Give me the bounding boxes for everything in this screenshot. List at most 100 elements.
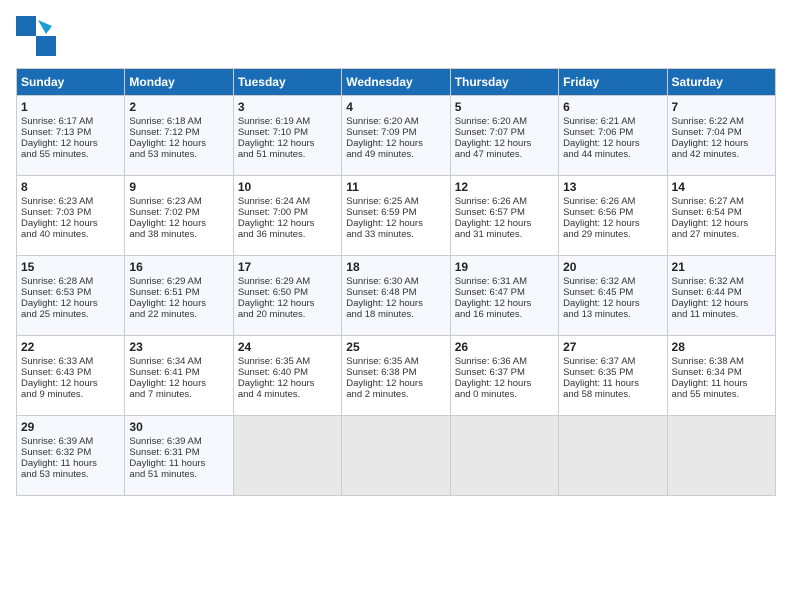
day-info-line: Sunset: 7:09 PM <box>346 127 445 138</box>
calendar-cell: 16Sunrise: 6:29 AMSunset: 6:51 PMDayligh… <box>125 256 233 336</box>
day-number: 12 <box>455 180 554 194</box>
day-info-line: Sunrise: 6:33 AM <box>21 356 120 367</box>
day-number: 9 <box>129 180 228 194</box>
day-info-line: and 7 minutes. <box>129 389 228 400</box>
day-info-line: and 31 minutes. <box>455 229 554 240</box>
calendar-cell: 3Sunrise: 6:19 AMSunset: 7:10 PMDaylight… <box>233 96 341 176</box>
day-info-line: Sunset: 7:13 PM <box>21 127 120 138</box>
day-info-line: and 44 minutes. <box>563 149 662 160</box>
day-number: 24 <box>238 340 337 354</box>
day-number: 1 <box>21 100 120 114</box>
day-number: 20 <box>563 260 662 274</box>
day-info-line: and 51 minutes. <box>129 469 228 480</box>
day-info-line: Sunrise: 6:25 AM <box>346 196 445 207</box>
calendar-cell: 11Sunrise: 6:25 AMSunset: 6:59 PMDayligh… <box>342 176 450 256</box>
calendar-cell: 23Sunrise: 6:34 AMSunset: 6:41 PMDayligh… <box>125 336 233 416</box>
day-number: 19 <box>455 260 554 274</box>
day-info-line: Daylight: 12 hours <box>21 298 120 309</box>
day-info-line: Daylight: 12 hours <box>672 138 771 149</box>
day-info-line: Daylight: 12 hours <box>21 138 120 149</box>
day-info-line: Sunset: 6:43 PM <box>21 367 120 378</box>
day-number: 6 <box>563 100 662 114</box>
calendar-week-row: 22Sunrise: 6:33 AMSunset: 6:43 PMDayligh… <box>17 336 776 416</box>
day-info-line: Sunset: 6:48 PM <box>346 287 445 298</box>
day-number: 2 <box>129 100 228 114</box>
col-header-wednesday: Wednesday <box>342 69 450 96</box>
day-info-line: and 16 minutes. <box>455 309 554 320</box>
day-number: 27 <box>563 340 662 354</box>
calendar-cell: 21Sunrise: 6:32 AMSunset: 6:44 PMDayligh… <box>667 256 775 336</box>
day-info-line: and 27 minutes. <box>672 229 771 240</box>
calendar-week-row: 1Sunrise: 6:17 AMSunset: 7:13 PMDaylight… <box>17 96 776 176</box>
day-info-line: Sunrise: 6:21 AM <box>563 116 662 127</box>
day-info-line: Daylight: 11 hours <box>129 458 228 469</box>
day-info-line: Sunset: 6:47 PM <box>455 287 554 298</box>
day-info-line: and 42 minutes. <box>672 149 771 160</box>
day-number: 28 <box>672 340 771 354</box>
day-info-line: Daylight: 12 hours <box>346 138 445 149</box>
day-info-line: and 58 minutes. <box>563 389 662 400</box>
day-info-line: and 53 minutes. <box>129 149 228 160</box>
calendar-table: SundayMondayTuesdayWednesdayThursdayFrid… <box>16 68 776 496</box>
day-number: 3 <box>238 100 337 114</box>
day-info-line: Sunrise: 6:22 AM <box>672 116 771 127</box>
col-header-tuesday: Tuesday <box>233 69 341 96</box>
day-info-line: Sunrise: 6:23 AM <box>21 196 120 207</box>
calendar-cell: 2Sunrise: 6:18 AMSunset: 7:12 PMDaylight… <box>125 96 233 176</box>
calendar-cell <box>450 416 558 496</box>
day-number: 23 <box>129 340 228 354</box>
day-info-line: Sunrise: 6:23 AM <box>129 196 228 207</box>
day-number: 5 <box>455 100 554 114</box>
calendar-cell <box>233 416 341 496</box>
day-info-line: Daylight: 12 hours <box>563 218 662 229</box>
calendar-week-row: 15Sunrise: 6:28 AMSunset: 6:53 PMDayligh… <box>17 256 776 336</box>
day-info-line: Daylight: 12 hours <box>455 218 554 229</box>
calendar-cell: 19Sunrise: 6:31 AMSunset: 6:47 PMDayligh… <box>450 256 558 336</box>
calendar-cell <box>559 416 667 496</box>
day-info-line: and 36 minutes. <box>238 229 337 240</box>
day-number: 21 <box>672 260 771 274</box>
day-info-line: and 0 minutes. <box>455 389 554 400</box>
calendar-cell: 13Sunrise: 6:26 AMSunset: 6:56 PMDayligh… <box>559 176 667 256</box>
day-info-line: Sunrise: 6:20 AM <box>455 116 554 127</box>
day-info-line: Sunset: 7:00 PM <box>238 207 337 218</box>
day-info-line: Sunrise: 6:27 AM <box>672 196 771 207</box>
calendar-cell <box>342 416 450 496</box>
day-info-line: Sunrise: 6:19 AM <box>238 116 337 127</box>
day-info-line: Sunrise: 6:29 AM <box>129 276 228 287</box>
day-info-line: and 55 minutes. <box>672 389 771 400</box>
day-info-line: Daylight: 12 hours <box>455 378 554 389</box>
calendar-cell: 17Sunrise: 6:29 AMSunset: 6:50 PMDayligh… <box>233 256 341 336</box>
day-info-line: Daylight: 12 hours <box>238 298 337 309</box>
day-info-line: Sunrise: 6:39 AM <box>21 436 120 447</box>
day-info-line: Sunset: 7:06 PM <box>563 127 662 138</box>
calendar-cell: 4Sunrise: 6:20 AMSunset: 7:09 PMDaylight… <box>342 96 450 176</box>
day-number: 11 <box>346 180 445 194</box>
day-info-line: Sunset: 7:12 PM <box>129 127 228 138</box>
day-info-line: and 38 minutes. <box>129 229 228 240</box>
calendar-cell: 15Sunrise: 6:28 AMSunset: 6:53 PMDayligh… <box>17 256 125 336</box>
day-info-line: Daylight: 12 hours <box>346 298 445 309</box>
day-info-line: Sunrise: 6:32 AM <box>672 276 771 287</box>
day-info-line: Daylight: 12 hours <box>455 298 554 309</box>
day-number: 15 <box>21 260 120 274</box>
header-row: SundayMondayTuesdayWednesdayThursdayFrid… <box>17 69 776 96</box>
day-number: 4 <box>346 100 445 114</box>
calendar-cell: 20Sunrise: 6:32 AMSunset: 6:45 PMDayligh… <box>559 256 667 336</box>
calendar-cell: 6Sunrise: 6:21 AMSunset: 7:06 PMDaylight… <box>559 96 667 176</box>
day-info-line: and 33 minutes. <box>346 229 445 240</box>
calendar-week-row: 8Sunrise: 6:23 AMSunset: 7:03 PMDaylight… <box>17 176 776 256</box>
day-info-line: Sunset: 6:37 PM <box>455 367 554 378</box>
day-info-line: Sunset: 7:10 PM <box>238 127 337 138</box>
day-info-line: Sunrise: 6:26 AM <box>563 196 662 207</box>
day-info-line: Sunrise: 6:36 AM <box>455 356 554 367</box>
day-info-line: and 25 minutes. <box>21 309 120 320</box>
day-info-line: Sunset: 6:59 PM <box>346 207 445 218</box>
day-info-line: Sunrise: 6:17 AM <box>21 116 120 127</box>
day-info-line: Daylight: 12 hours <box>129 378 228 389</box>
day-number: 17 <box>238 260 337 274</box>
calendar-week-row: 29Sunrise: 6:39 AMSunset: 6:32 PMDayligh… <box>17 416 776 496</box>
day-info-line: Sunset: 6:40 PM <box>238 367 337 378</box>
day-info-line: Sunrise: 6:24 AM <box>238 196 337 207</box>
day-info-line: Sunset: 6:45 PM <box>563 287 662 298</box>
